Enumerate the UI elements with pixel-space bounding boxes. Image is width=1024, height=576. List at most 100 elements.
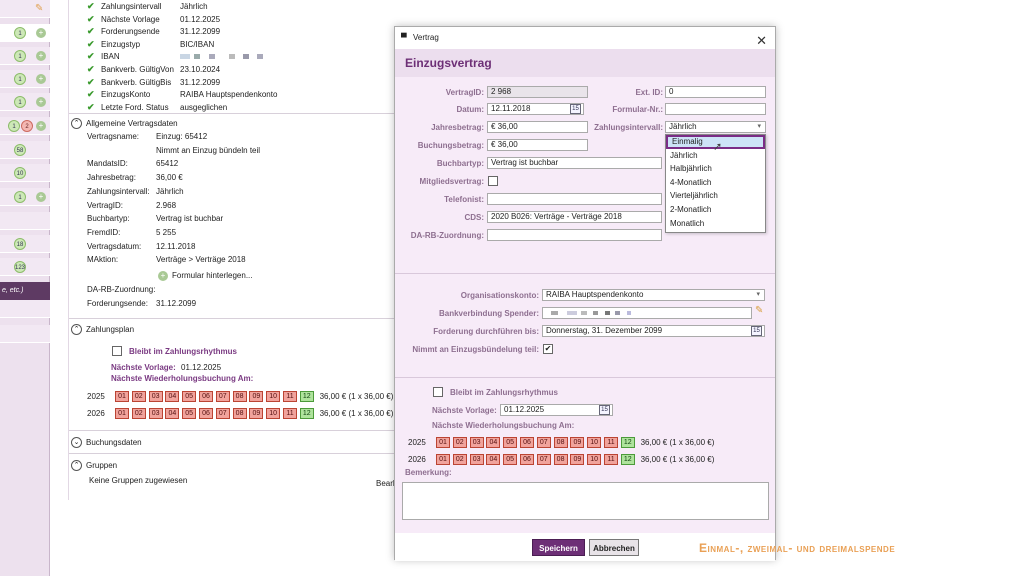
month-box[interactable]: 06 <box>198 391 213 402</box>
month-box[interactable]: 02 <box>131 391 146 402</box>
month-box[interactable]: 05 <box>503 454 518 465</box>
remark-textarea[interactable] <box>402 482 769 520</box>
pencil-icon[interactable]: ✎ <box>35 3 43 14</box>
month-box[interactable]: 01 <box>436 437 450 448</box>
month-box[interactable]: 09 <box>249 391 264 402</box>
add-icon[interactable]: + <box>36 97 46 107</box>
month-box[interactable]: 05 <box>182 408 197 419</box>
da-rb-field[interactable] <box>487 229 662 241</box>
month-box[interactable]: 05 <box>503 437 518 448</box>
left-strip-row[interactable]: ✎ <box>0 0 50 18</box>
month-box[interactable]: 03 <box>469 437 484 448</box>
month-box[interactable]: 03 <box>469 454 484 465</box>
booking-amount-field[interactable]: € 36,00 <box>487 139 588 151</box>
month-box[interactable]: 01 <box>115 391 129 402</box>
left-strip-row[interactable] <box>0 325 50 343</box>
month-box[interactable]: 12 <box>620 454 635 465</box>
bookable-type-select[interactable]: Vertrag ist buchbar <box>487 157 662 169</box>
add-form-icon[interactable]: + <box>158 271 168 281</box>
chevron-up-icon[interactable]: ⌃ <box>71 324 82 335</box>
left-strip-row[interactable]: 10 <box>0 164 50 182</box>
chevron-down-icon[interactable]: ▾ <box>756 290 760 300</box>
claim-until-field[interactable]: Donnerstag, 31. Dezember 2099 15 <box>542 325 765 337</box>
month-box[interactable]: 10 <box>266 408 281 419</box>
month-box[interactable]: 09 <box>249 408 264 419</box>
dropdown-option[interactable]: 2-Monatlich <box>666 203 765 217</box>
cancel-button[interactable]: Abbrechen <box>589 539 639 556</box>
month-box[interactable]: 02 <box>131 408 146 419</box>
month-box[interactable]: 04 <box>165 408 180 419</box>
month-box[interactable]: 07 <box>536 454 551 465</box>
month-box[interactable]: 03 <box>148 408 163 419</box>
month-box[interactable]: 08 <box>232 408 247 419</box>
month-box[interactable]: 08 <box>232 391 247 402</box>
month-box[interactable]: 11 <box>282 391 297 402</box>
month-box[interactable]: 07 <box>215 408 230 419</box>
month-box[interactable]: 04 <box>165 391 180 402</box>
left-strip-row[interactable]: 1 + <box>0 47 50 65</box>
month-box[interactable]: 10 <box>587 437 602 448</box>
month-box[interactable]: 12 <box>299 408 314 419</box>
calendar-icon[interactable]: 15 <box>570 104 581 114</box>
month-box[interactable]: 06 <box>519 454 534 465</box>
left-strip-row[interactable]: 1 + <box>0 188 50 206</box>
bundle-checkbox[interactable]: ✔ <box>543 344 553 354</box>
section-booking-data[interactable]: ⌄ Buchungsdaten <box>71 437 142 448</box>
left-strip-row[interactable]: 123 <box>0 258 50 276</box>
left-strip-row[interactable]: 1 + <box>0 24 50 42</box>
month-box[interactable]: 12 <box>299 391 314 402</box>
rhythm-checkbox[interactable] <box>433 387 443 397</box>
month-box[interactable]: 11 <box>603 454 618 465</box>
add-icon[interactable]: + <box>36 74 46 84</box>
telefonist-field[interactable] <box>487 193 662 205</box>
pencil-icon[interactable]: ✎ <box>755 305 763 316</box>
left-strip-row[interactable]: 18 <box>0 235 50 253</box>
month-box[interactable]: 08 <box>553 437 568 448</box>
section-groups[interactable]: ⌃ Gruppen <box>71 460 117 471</box>
chevron-up-icon[interactable]: ⌃ <box>71 460 82 471</box>
month-box[interactable]: 09 <box>570 437 585 448</box>
form-upload-link[interactable]: Formular hinterlegen... <box>172 271 252 280</box>
month-box[interactable]: 11 <box>603 437 618 448</box>
month-box[interactable]: 09 <box>570 454 585 465</box>
add-icon[interactable]: + <box>36 28 46 38</box>
calendar-icon[interactable]: 15 <box>599 405 610 415</box>
left-strip-active-item[interactable]: e, etc.) <box>0 282 50 300</box>
month-box[interactable]: 10 <box>266 391 281 402</box>
month-box[interactable]: 06 <box>519 437 534 448</box>
month-box[interactable]: 04 <box>486 454 501 465</box>
month-box[interactable]: 05 <box>182 391 197 402</box>
date-field[interactable]: 12.11.2018 15 <box>487 103 584 115</box>
month-box[interactable]: 11 <box>282 408 297 419</box>
left-strip-row[interactable] <box>0 300 50 318</box>
edit-groups-button[interactable]: Bearl <box>376 479 395 488</box>
dropdown-option[interactable]: Halbjährlich <box>666 162 765 176</box>
chevron-up-icon[interactable]: ⌃ <box>71 118 82 129</box>
save-button[interactable]: Speichern <box>532 539 585 556</box>
left-strip-row[interactable] <box>0 212 50 230</box>
month-box[interactable]: 02 <box>452 454 467 465</box>
add-icon[interactable]: + <box>36 192 46 202</box>
month-box[interactable]: 01 <box>115 408 129 419</box>
month-box[interactable]: 07 <box>536 437 551 448</box>
left-strip-row[interactable]: 1 2 + <box>0 117 50 135</box>
dropdown-option[interactable]: 4-Monatlich <box>666 176 765 190</box>
left-strip-row[interactable]: 1 + <box>0 93 50 111</box>
month-box[interactable]: 08 <box>553 454 568 465</box>
cds-field[interactable]: 2020 B026: Verträge - Verträge 2018 <box>487 211 662 223</box>
month-box[interactable]: 12 <box>620 437 635 448</box>
month-box[interactable]: 02 <box>452 437 467 448</box>
chevron-down-icon[interactable]: ⌄ <box>71 437 82 448</box>
add-icon[interactable]: + <box>36 121 46 131</box>
rhythm-checkbox[interactable] <box>112 346 122 356</box>
dropdown-option[interactable]: Vierteljährlich <box>666 189 765 203</box>
left-strip-row[interactable]: 1 + <box>0 70 50 88</box>
donor-bank-field[interactable] <box>542 307 752 319</box>
org-account-select[interactable]: RAIBA Hauptspendenkonto ▾ <box>542 289 765 301</box>
month-box[interactable]: 10 <box>587 454 602 465</box>
add-icon[interactable]: + <box>36 51 46 61</box>
month-box[interactable]: 04 <box>486 437 501 448</box>
chevron-down-icon[interactable]: ▾ <box>757 122 761 132</box>
dropdown-option[interactable]: Monatlich <box>666 217 765 231</box>
section-general-contract[interactable]: ⌃ Allgemeine Vertragsdaten <box>71 118 178 129</box>
